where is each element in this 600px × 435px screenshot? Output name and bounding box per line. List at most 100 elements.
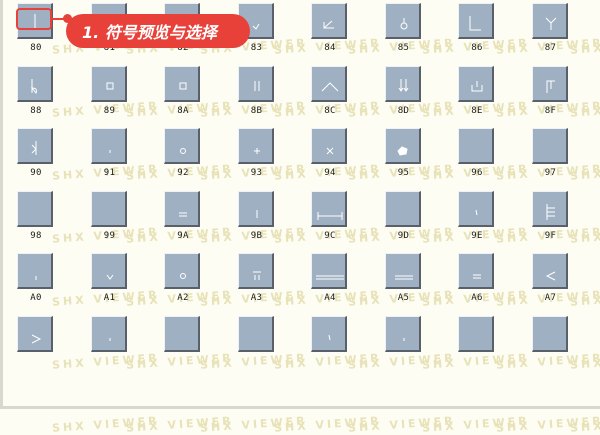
long-double-line-glyph [316, 275, 344, 280]
symbol-tile[interactable] [237, 253, 274, 289]
symbol-tile[interactable] [164, 253, 200, 289]
symbol-tile[interactable] [17, 190, 54, 228]
symbol-tile[interactable] [90, 128, 127, 164]
symbol-tile[interactable] [384, 128, 421, 164]
symbol-code-label: 8A [177, 105, 189, 116]
short-bar-glyph [256, 209, 257, 218]
blank-glyph [533, 129, 569, 165]
symbol-tile[interactable] [458, 65, 494, 102]
small-v-glyph [106, 274, 113, 280]
symbol-code-label: A7 [544, 293, 557, 303]
symbol-tile[interactable] [17, 315, 53, 352]
symbol-tile[interactable] [17, 253, 53, 289]
symbol-tile[interactable] [531, 315, 569, 353]
symbol-code-label: A2 [177, 293, 189, 303]
watermark-text: SHX VIEWER [125, 414, 235, 435]
symbol-tile[interactable] [384, 190, 421, 227]
symbol-tile[interactable] [311, 65, 347, 102]
symbol-grid: 80 81 82 83 84 85 86 87 88 89 8A 8B 8C 8D 8E 8F 90 91 92 93… [0, 0, 600, 409]
blank-glyph [18, 192, 54, 228]
symbol-tile[interactable] [237, 190, 274, 227]
less-than-glyph [545, 271, 555, 281]
symbol-tile[interactable] [90, 65, 127, 102]
small-ring-glyph [180, 148, 186, 154]
symbol-tile[interactable] [531, 190, 568, 227]
flat-note-glyph [30, 78, 37, 94]
symbol-tile[interactable] [164, 128, 200, 164]
symbol-code-label: 87 [544, 43, 557, 53]
watermark-text: SHX VIEWER [421, 414, 531, 435]
symbol-tile[interactable] [384, 3, 421, 39]
symbol-code-label: A3 [250, 293, 263, 303]
symbol-tile[interactable] [384, 65, 421, 102]
symbol-tile[interactable] [90, 315, 127, 352]
tiny-dot-glyph [109, 150, 110, 153]
symbol-code-label: 8F [544, 105, 557, 116]
bracket-bars-glyph [546, 80, 555, 93]
selected-symbol-highlight [16, 8, 52, 30]
symbol-tile[interactable] [311, 190, 347, 227]
symbol-tile[interactable] [164, 190, 200, 227]
symbol-tile[interactable] [458, 3, 494, 39]
watermark-text: SHX VIEWER [495, 414, 600, 435]
y-fork-glyph [545, 17, 556, 30]
symbol-tile[interactable] [311, 128, 347, 164]
symbol-tile[interactable] [90, 190, 127, 227]
symbol-code-label: A4 [324, 293, 336, 303]
symbol-tile[interactable] [17, 65, 53, 102]
symbol-code-label: 93 [250, 168, 263, 178]
symbol-tile[interactable] [531, 253, 568, 289]
symbol-code-label: 8D [397, 105, 410, 116]
symbol-tile[interactable] [384, 253, 421, 289]
symbol-tile[interactable] [384, 315, 421, 352]
symbol-tile[interactable] [237, 315, 274, 352]
symbol-code-label: 8B [250, 105, 263, 116]
symbol-tile[interactable] [311, 315, 347, 352]
equals-glyph [473, 274, 481, 279]
filled-pentagon-glyph [396, 146, 408, 156]
symbol-tile[interactable] [90, 253, 127, 289]
symbol-tile[interactable] [164, 65, 200, 102]
symbol-code-label: 8C [324, 105, 336, 116]
symbol-tile[interactable] [531, 65, 568, 102]
watermark-text: SHX VIEWER [347, 414, 457, 435]
symbol-code-label: 89 [103, 105, 116, 116]
cup-glyph [471, 80, 483, 91]
symbol-code-label: 84 [324, 43, 336, 53]
watermark-text: SHX VIEWER [273, 414, 383, 435]
symbol-tile[interactable] [531, 3, 568, 39]
symbol-tile[interactable] [311, 3, 347, 39]
symbol-code-label: 98 [30, 230, 42, 241]
symbol-code-label: A1 [103, 293, 116, 303]
blank-glyph [533, 317, 569, 353]
symbol-tile[interactable] [531, 128, 569, 165]
double-bar-glyph [254, 80, 259, 91]
symbol-tile[interactable] [458, 253, 494, 289]
symbol-tile[interactable] [237, 65, 274, 102]
symbol-code-label: 88 [30, 105, 42, 116]
symbol-tile[interactable] [237, 128, 274, 164]
symbol-code-label: 91 [103, 168, 116, 178]
symbol-tile[interactable] [311, 253, 347, 289]
symbol-code-label: 8E [471, 105, 483, 116]
symbol-tile[interactable] [458, 190, 494, 227]
watermark-text: SHX VIEWER [51, 414, 161, 435]
symbol-code-label: 86 [471, 43, 483, 53]
blank-glyph [165, 317, 201, 353]
equals-glyph [179, 212, 187, 216]
symbol-tile[interactable] [17, 128, 53, 164]
blank-glyph [459, 129, 495, 165]
symbol-tile[interactable] [458, 315, 494, 352]
symbol-code-label: A0 [30, 293, 42, 303]
small-ring-glyph [180, 273, 186, 279]
sigma-stroke-glyph [31, 141, 37, 155]
symbol-tile[interactable] [164, 315, 201, 353]
symbol-code-label: 9A [177, 230, 189, 241]
tiny-bar-glyph [35, 276, 37, 280]
tiny-dot-glyph [403, 337, 404, 341]
symbol-tile[interactable] [458, 128, 494, 164]
symbol-code-label: 90 [30, 168, 42, 178]
symbol-code-label: 9F [544, 230, 557, 241]
tiny-dot-glyph [109, 337, 110, 341]
plus-glyph [253, 148, 260, 154]
